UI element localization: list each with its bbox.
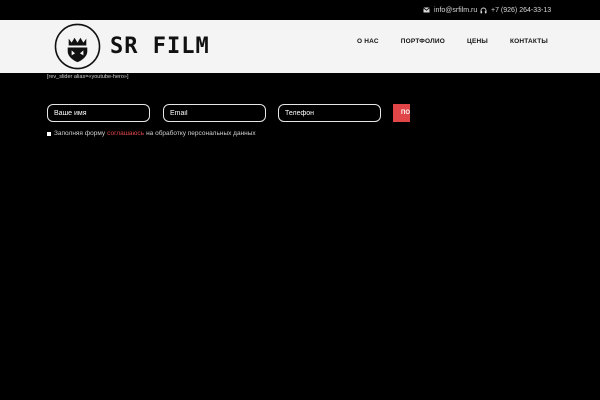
contact-email[interactable]: info@srfilm.ru	[423, 4, 477, 16]
contact-phone[interactable]: +7 (926) 264-33-13	[480, 4, 551, 16]
nav-item-about[interactable]: О НАС	[357, 38, 379, 45]
site-logo[interactable]: SR FILM	[54, 22, 210, 71]
main-nav: О НАС ПОРТФОЛИО ЦЕНЫ КОНТАКТЫ	[357, 38, 548, 45]
nav-item-contacts[interactable]: КОНТАКТЫ	[510, 38, 548, 45]
slider-shortcode-text: [rev_slider alias=«youtube-hero»]	[47, 74, 129, 80]
contact-email-text: info@srfilm.ru	[434, 6, 478, 14]
headset-icon	[480, 7, 487, 14]
site-header: SR FILM О НАС ПОРТФОЛИО ЦЕНЫ КОНТАКТЫ	[0, 20, 600, 73]
nav-item-prices[interactable]: ЦЕНЫ	[467, 38, 488, 45]
consent-row: Заполняя форму соглашаюсь на обработку п…	[47, 130, 256, 137]
contact-phone-text: +7 (926) 264-33-13	[491, 6, 552, 14]
consent-text-after: на обработку персональных данных	[146, 130, 256, 137]
nav-item-portfolio[interactable]: ПОРТФОЛИО	[401, 38, 445, 45]
submit-button[interactable]: ПО	[393, 104, 410, 122]
phone-input[interactable]	[278, 104, 381, 122]
top-contact-bar: info@srfilm.ru +7 (926) 264-33-13	[0, 0, 600, 20]
email-input[interactable]	[163, 104, 266, 122]
consent-text-before: Заполняя форму	[54, 130, 106, 137]
consent-checkbox[interactable]	[47, 131, 51, 136]
consent-agreement-link[interactable]: соглашаюсь	[107, 130, 144, 137]
contact-form: ПО	[47, 104, 410, 122]
crown-shield-icon	[54, 23, 101, 70]
name-input[interactable]	[47, 104, 150, 122]
logo-text: SR FILM	[110, 34, 210, 59]
envelope-icon	[423, 7, 430, 13]
